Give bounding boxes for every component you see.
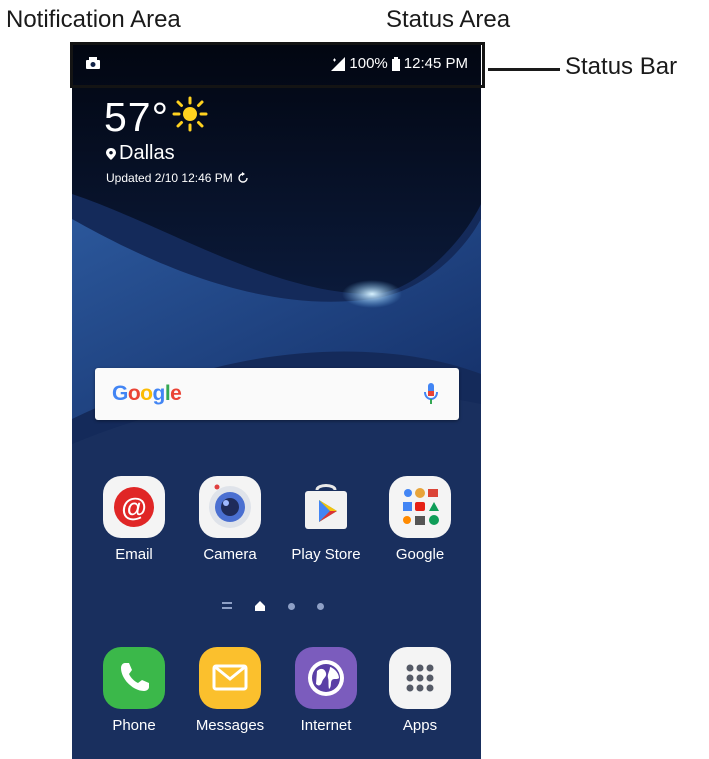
google-folder-label: Google — [395, 546, 445, 563]
status-area-callout: Status Area — [386, 6, 511, 33]
battery-icon — [391, 56, 400, 71]
svg-text:@: @ — [121, 492, 146, 522]
phone-screen: 57° Dallas Updated 2/10 12:46 PM Google — [72, 44, 481, 759]
battery-percentage: 100% — [349, 55, 388, 72]
signal-strength-icon — [331, 56, 346, 71]
menu-lines-icon — [222, 602, 232, 609]
camera-icon — [209, 484, 251, 528]
status-bar-callout: Status Bar — [565, 53, 678, 80]
apps-grid-icon — [406, 664, 434, 692]
play-store-icon — [305, 484, 347, 529]
status-time: 12:45 PM — [403, 55, 468, 72]
status-bar-leader-line — [488, 68, 560, 71]
sunny-weather-icon — [172, 96, 208, 132]
internet-icon — [308, 660, 344, 696]
status-area[interactable]: 100% 12:45 PM — [331, 55, 468, 72]
microphone-icon[interactable] — [423, 382, 439, 406]
play-store-app[interactable]: Play Store — [281, 476, 371, 563]
refresh-icon[interactable] — [237, 172, 249, 184]
messages-app-label: Messages — [195, 717, 265, 734]
messages-icon — [212, 664, 248, 691]
phone-app-label: Phone — [112, 717, 156, 734]
notification-icon[interactable] — [85, 56, 101, 70]
status-bar[interactable]: 100% 12:45 PM — [70, 42, 485, 88]
camera-app-label: Camera — [203, 546, 257, 563]
google-search-bar[interactable]: Google — [95, 368, 459, 420]
home-page-icon — [255, 601, 265, 611]
notification-area-callout: Notification Area — [6, 6, 181, 33]
email-icon: @ — [114, 487, 154, 527]
google-folder[interactable]: Google — [375, 476, 465, 563]
location-pin-icon — [106, 147, 116, 160]
page-dot — [317, 602, 324, 610]
google-folder-icon — [403, 488, 439, 525]
page-dot — [288, 602, 295, 610]
email-app[interactable]: @ Email — [89, 476, 179, 563]
apps-button-label: Apps — [402, 717, 438, 734]
apps-button[interactable]: Apps — [375, 647, 465, 734]
phone-app[interactable]: Phone — [89, 647, 179, 734]
camera-app[interactable]: Camera — [185, 476, 275, 563]
internet-app-label: Internet — [300, 717, 352, 734]
phone-icon — [121, 663, 149, 691]
play-store-app-label: Play Store — [291, 546, 361, 563]
weather-updated-text: Updated 2/10 12:46 PM — [106, 171, 233, 185]
messages-app[interactable]: Messages — [185, 647, 275, 734]
weather-temperature[interactable]: 57° — [104, 94, 169, 141]
weather-city-label: Dallas — [119, 142, 175, 164]
google-logo: Google — [112, 382, 182, 405]
weather-updated-row: Updated 2/10 12:46 PM — [106, 171, 249, 185]
internet-app[interactable]: Internet — [281, 647, 371, 734]
weather-location[interactable]: Dallas — [106, 142, 175, 165]
email-app-label: Email — [115, 546, 153, 563]
page-indicator[interactable] — [222, 600, 324, 612]
